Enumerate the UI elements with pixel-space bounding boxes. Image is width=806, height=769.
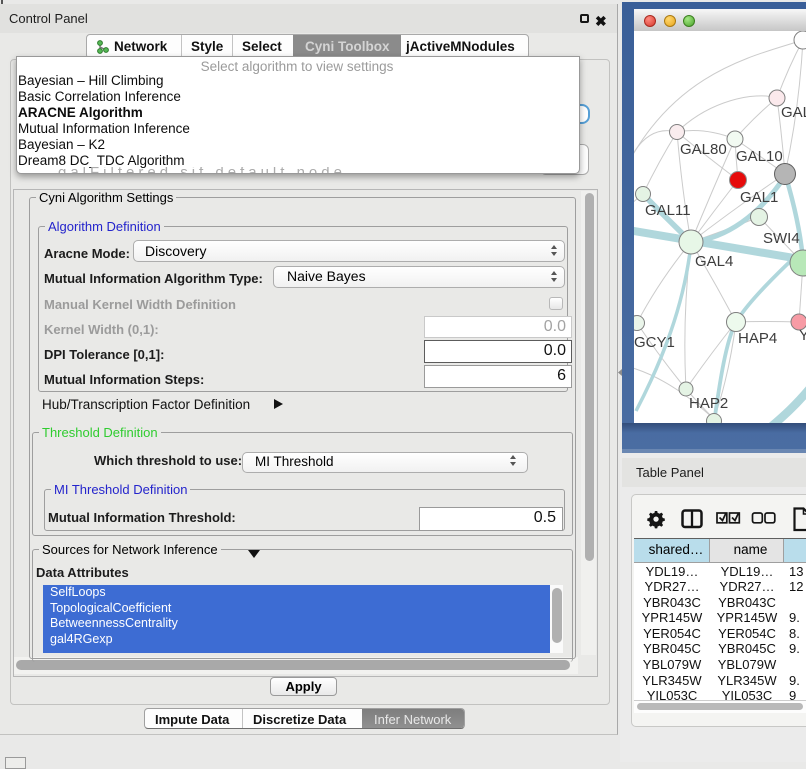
svg-text:SWI4: SWI4 <box>763 230 800 247</box>
svg-text:HAP2: HAP2 <box>689 395 728 412</box>
svg-text:GAL4: GAL4 <box>695 253 733 270</box>
svg-text:HAP4: HAP4 <box>738 330 777 347</box>
svg-text:Y: Y <box>799 327 806 344</box>
svg-text:GAL11: GAL11 <box>645 202 691 219</box>
svg-text:GAL10: GAL10 <box>736 148 783 165</box>
svg-text:GCY1: GCY1 <box>634 334 675 351</box>
svg-text:GAL1: GAL1 <box>740 189 778 206</box>
svg-text:GAL: GAL <box>781 104 806 121</box>
svg-text:GAL80: GAL80 <box>680 141 727 158</box>
